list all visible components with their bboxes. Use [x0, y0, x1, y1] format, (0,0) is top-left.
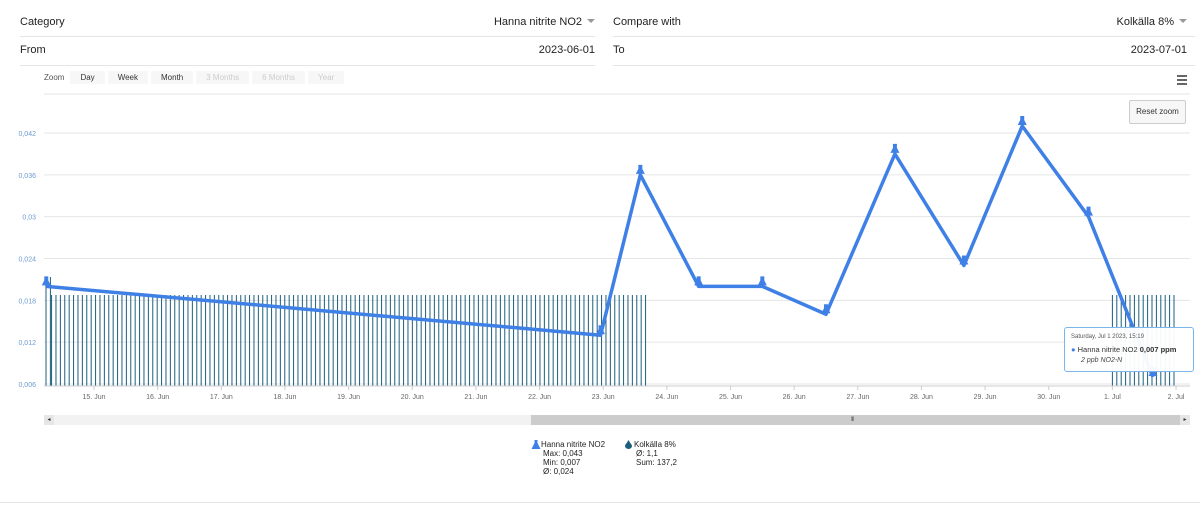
tooltip-subvalue: 2 ppb NO2-N — [1081, 357, 1123, 364]
x-tick-label: 25. Jun — [719, 394, 742, 401]
legend-name: Hanna nitrite NO2 — [541, 440, 606, 449]
data-point — [757, 276, 767, 286]
x-tick-label: 15. Jun — [83, 394, 106, 401]
series-line — [46, 124, 1155, 378]
y-tick-label: 0,036 — [18, 173, 36, 180]
legend-stat: Min: 0,007 — [543, 458, 581, 467]
line-chart: 0,006 0,012 0,018 0,024 0,03 0,036 0,042 15. Ju… — [18, 93, 1190, 401]
y-tick-label: 0,024 — [18, 257, 36, 264]
data-point — [41, 276, 51, 286]
scroll-right-arrow-icon[interactable]: ▸ — [1180, 415, 1190, 425]
x-tick-label: 19. Jun — [337, 394, 360, 401]
divider — [0, 502, 1200, 503]
x-tick-label: 1. Jul — [1104, 394, 1121, 401]
tooltip-series: Hanna nitrite NO2 — [1077, 345, 1138, 354]
data-point — [1017, 116, 1027, 126]
reset-zoom-button[interactable]: Reset zoom — [1129, 100, 1186, 124]
legend-stat: Ø: 1,1 — [636, 449, 658, 458]
data-point — [635, 164, 645, 174]
tooltip-line: ● Hanna nitrite NO2 0,007 ppm — [1071, 345, 1176, 354]
x-tick-label: 2. Jul — [1168, 394, 1185, 401]
x-tick-label: 23. Jun — [592, 394, 615, 401]
legend-item-hanna[interactable]: Hanna nitrite NO2 Max: 0,043 Min: 0,007 … — [531, 440, 605, 476]
scrollbar-thumb[interactable]: III — [531, 415, 1181, 425]
x-tick-label: 28. Jun — [910, 394, 933, 401]
legend-item-kolkalla[interactable]: Kolkälla 8% Ø: 1,1 Sum: 137,2 — [624, 440, 677, 467]
tooltip-date: Saturday, Jul 1 2023, 15:19 — [1071, 334, 1144, 340]
data-point — [890, 143, 900, 153]
legend-stat: Sum: 137,2 — [636, 458, 677, 467]
flask-icon — [531, 440, 541, 449]
x-tick-label: 29. Jun — [974, 394, 997, 401]
x-tick-label: 27. Jun — [846, 394, 869, 401]
x-tick-label: 17. Jun — [210, 394, 233, 401]
chart-tooltip: Saturday, Jul 1 2023, 15:19 ● Hanna nitr… — [1064, 327, 1194, 372]
x-tick-label: 24. Jun — [655, 394, 678, 401]
navigator-scrollbar[interactable]: ◂ III ▸ — [44, 415, 1190, 425]
y-tick-label: 0,03 — [22, 215, 36, 222]
x-tick-label: 16. Jun — [146, 394, 169, 401]
x-tick-label: 30. Jun — [1037, 394, 1060, 401]
x-tick-label: 26. Jun — [783, 394, 806, 401]
scroll-left-arrow-icon[interactable]: ◂ — [44, 415, 54, 425]
y-tick-label: 0,006 — [18, 382, 36, 389]
legend-stat: Max: 0,043 — [543, 449, 583, 458]
x-tick-label: 22. Jun — [528, 394, 551, 401]
y-tick-label: 0,042 — [18, 131, 36, 138]
y-tick-label: 0,012 — [18, 340, 36, 347]
x-tick-label: 21. Jun — [464, 394, 487, 401]
x-tick-label: 18. Jun — [273, 394, 296, 401]
water-drop-icon — [625, 440, 632, 449]
x-tick-label: 20. Jun — [401, 394, 424, 401]
legend-name: Kolkälla 8% — [634, 440, 676, 449]
grip-icon: III — [851, 417, 854, 423]
series-dot-icon: ● — [1071, 345, 1076, 354]
tooltip-value: 0,007 ppm — [1139, 345, 1177, 354]
y-tick-label: 0,018 — [18, 298, 36, 305]
legend-stat: Ø: 0,024 — [543, 467, 574, 476]
